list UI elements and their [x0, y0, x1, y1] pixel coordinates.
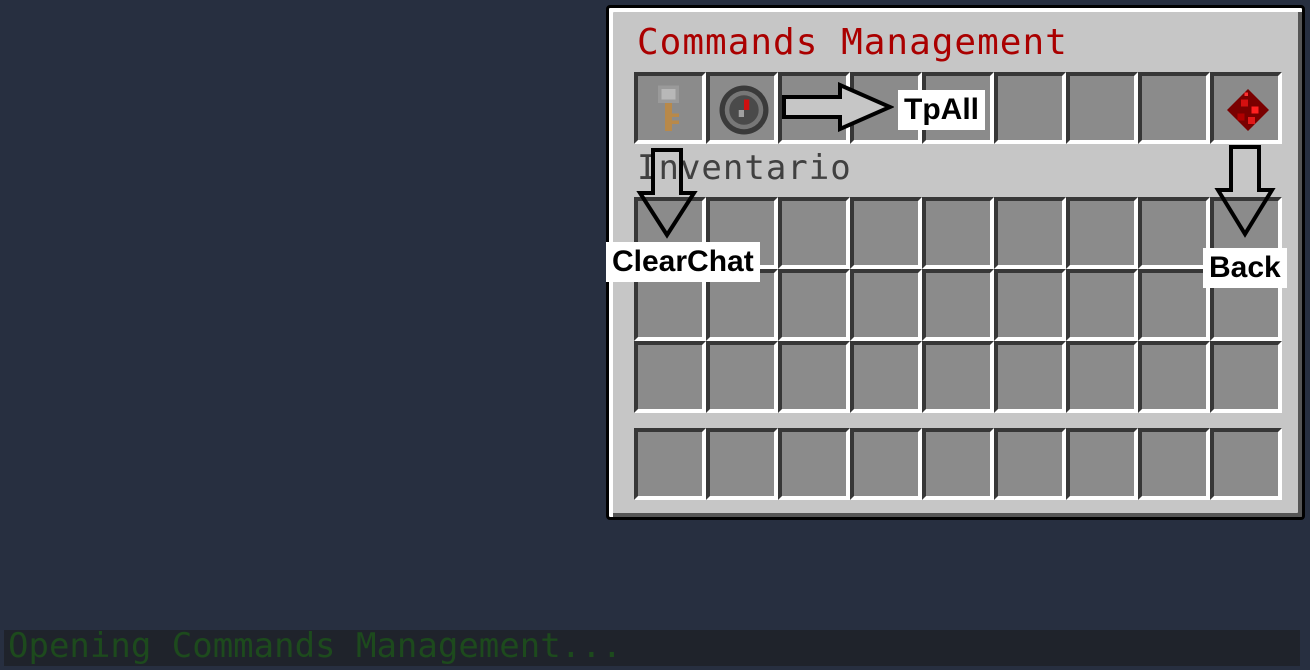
hotbar-slot[interactable] — [1210, 428, 1282, 500]
hotbar-slot[interactable] — [1066, 428, 1138, 500]
slot-back[interactable] — [1210, 72, 1282, 144]
annotation-back: Back — [1203, 248, 1287, 288]
hotbar-slot[interactable] — [706, 428, 778, 500]
hotbar-slot[interactable] — [922, 428, 994, 500]
slot-empty[interactable] — [994, 72, 1066, 144]
inventory-slot[interactable] — [850, 197, 922, 269]
inventory-slot[interactable] — [1210, 341, 1282, 413]
chat-message-bar: Opening Commands Management... — [4, 626, 1300, 666]
inventory-slot[interactable] — [778, 197, 850, 269]
window-title: Commands Management — [637, 22, 1068, 63]
hotbar-slot[interactable] — [994, 428, 1066, 500]
inventory-slot[interactable] — [634, 341, 706, 413]
annotation-clearchat: ClearChat — [606, 242, 760, 282]
slot-tpall[interactable] — [706, 72, 778, 144]
inventory-slot[interactable] — [994, 269, 1066, 341]
right-arrow-icon — [782, 82, 894, 132]
down-arrow-icon — [1214, 145, 1276, 238]
inventory-slot[interactable] — [1138, 269, 1210, 341]
inventory-slot[interactable] — [778, 269, 850, 341]
inventory-slot[interactable] — [778, 341, 850, 413]
inventory-slot[interactable] — [922, 269, 994, 341]
slot-empty[interactable] — [1138, 72, 1210, 144]
inventory-slot[interactable] — [1066, 197, 1138, 269]
compass-icon — [719, 85, 769, 135]
down-arrow-icon — [636, 148, 698, 239]
inventory-slot[interactable] — [922, 197, 994, 269]
annotation-tpall: TpAll — [898, 90, 985, 130]
inventory-slot[interactable] — [994, 197, 1066, 269]
inventory-slot[interactable] — [706, 341, 778, 413]
inventory-slot[interactable] — [922, 341, 994, 413]
hotbar-slot[interactable] — [850, 428, 922, 500]
inventory-slot[interactable] — [1066, 341, 1138, 413]
inventory-slot[interactable] — [1138, 197, 1210, 269]
inventory-slot[interactable] — [1066, 269, 1138, 341]
inventory-slot[interactable] — [850, 269, 922, 341]
inventory-slot[interactable] — [994, 341, 1066, 413]
slot-empty[interactable] — [1066, 72, 1138, 144]
inventory-slot[interactable] — [1138, 341, 1210, 413]
chat-message: Opening Commands Management... — [8, 626, 623, 666]
redstone-dust-icon — [1227, 89, 1269, 131]
inventory-slot[interactable] — [850, 341, 922, 413]
hotbar-slot[interactable] — [1138, 428, 1210, 500]
hotbar-slot[interactable] — [778, 428, 850, 500]
key-icon — [658, 85, 679, 131]
slot-clearchat[interactable] — [634, 72, 706, 144]
hotbar-slot[interactable] — [634, 428, 706, 500]
